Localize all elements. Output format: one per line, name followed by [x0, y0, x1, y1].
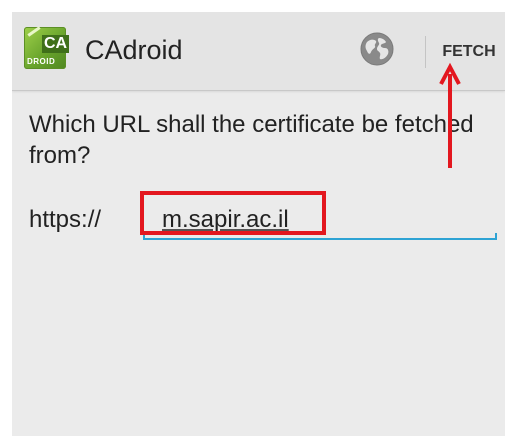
action-bar: CA DROID CAdroid FETCH: [12, 12, 505, 91]
question-text: Which URL shall the certificate be fetch…: [29, 111, 474, 169]
app-screen: CA DROID CAdroid FETCH Which URL shall t…: [12, 12, 505, 436]
fetch-button[interactable]: FETCH: [438, 32, 500, 72]
app-icon-label-bottom: DROID: [27, 57, 56, 66]
globe-button[interactable]: [354, 26, 400, 72]
url-input-right-tick: [495, 233, 497, 240]
app-icon[interactable]: CA DROID: [24, 26, 70, 69]
globe-icon: [360, 32, 394, 66]
url-input-left-tick: [143, 233, 145, 240]
url-input-value: m.sapir.ac.il: [162, 206, 289, 233]
action-divider: [425, 36, 426, 68]
app-icon-label-top: CA: [42, 35, 70, 53]
app-icon-slash: [27, 26, 41, 37]
app-title: CAdroid: [85, 35, 183, 65]
url-input[interactable]: m.sapir.ac.il: [143, 197, 497, 242]
url-input-underline: [143, 238, 495, 240]
url-prefix-label: https://: [29, 206, 102, 233]
